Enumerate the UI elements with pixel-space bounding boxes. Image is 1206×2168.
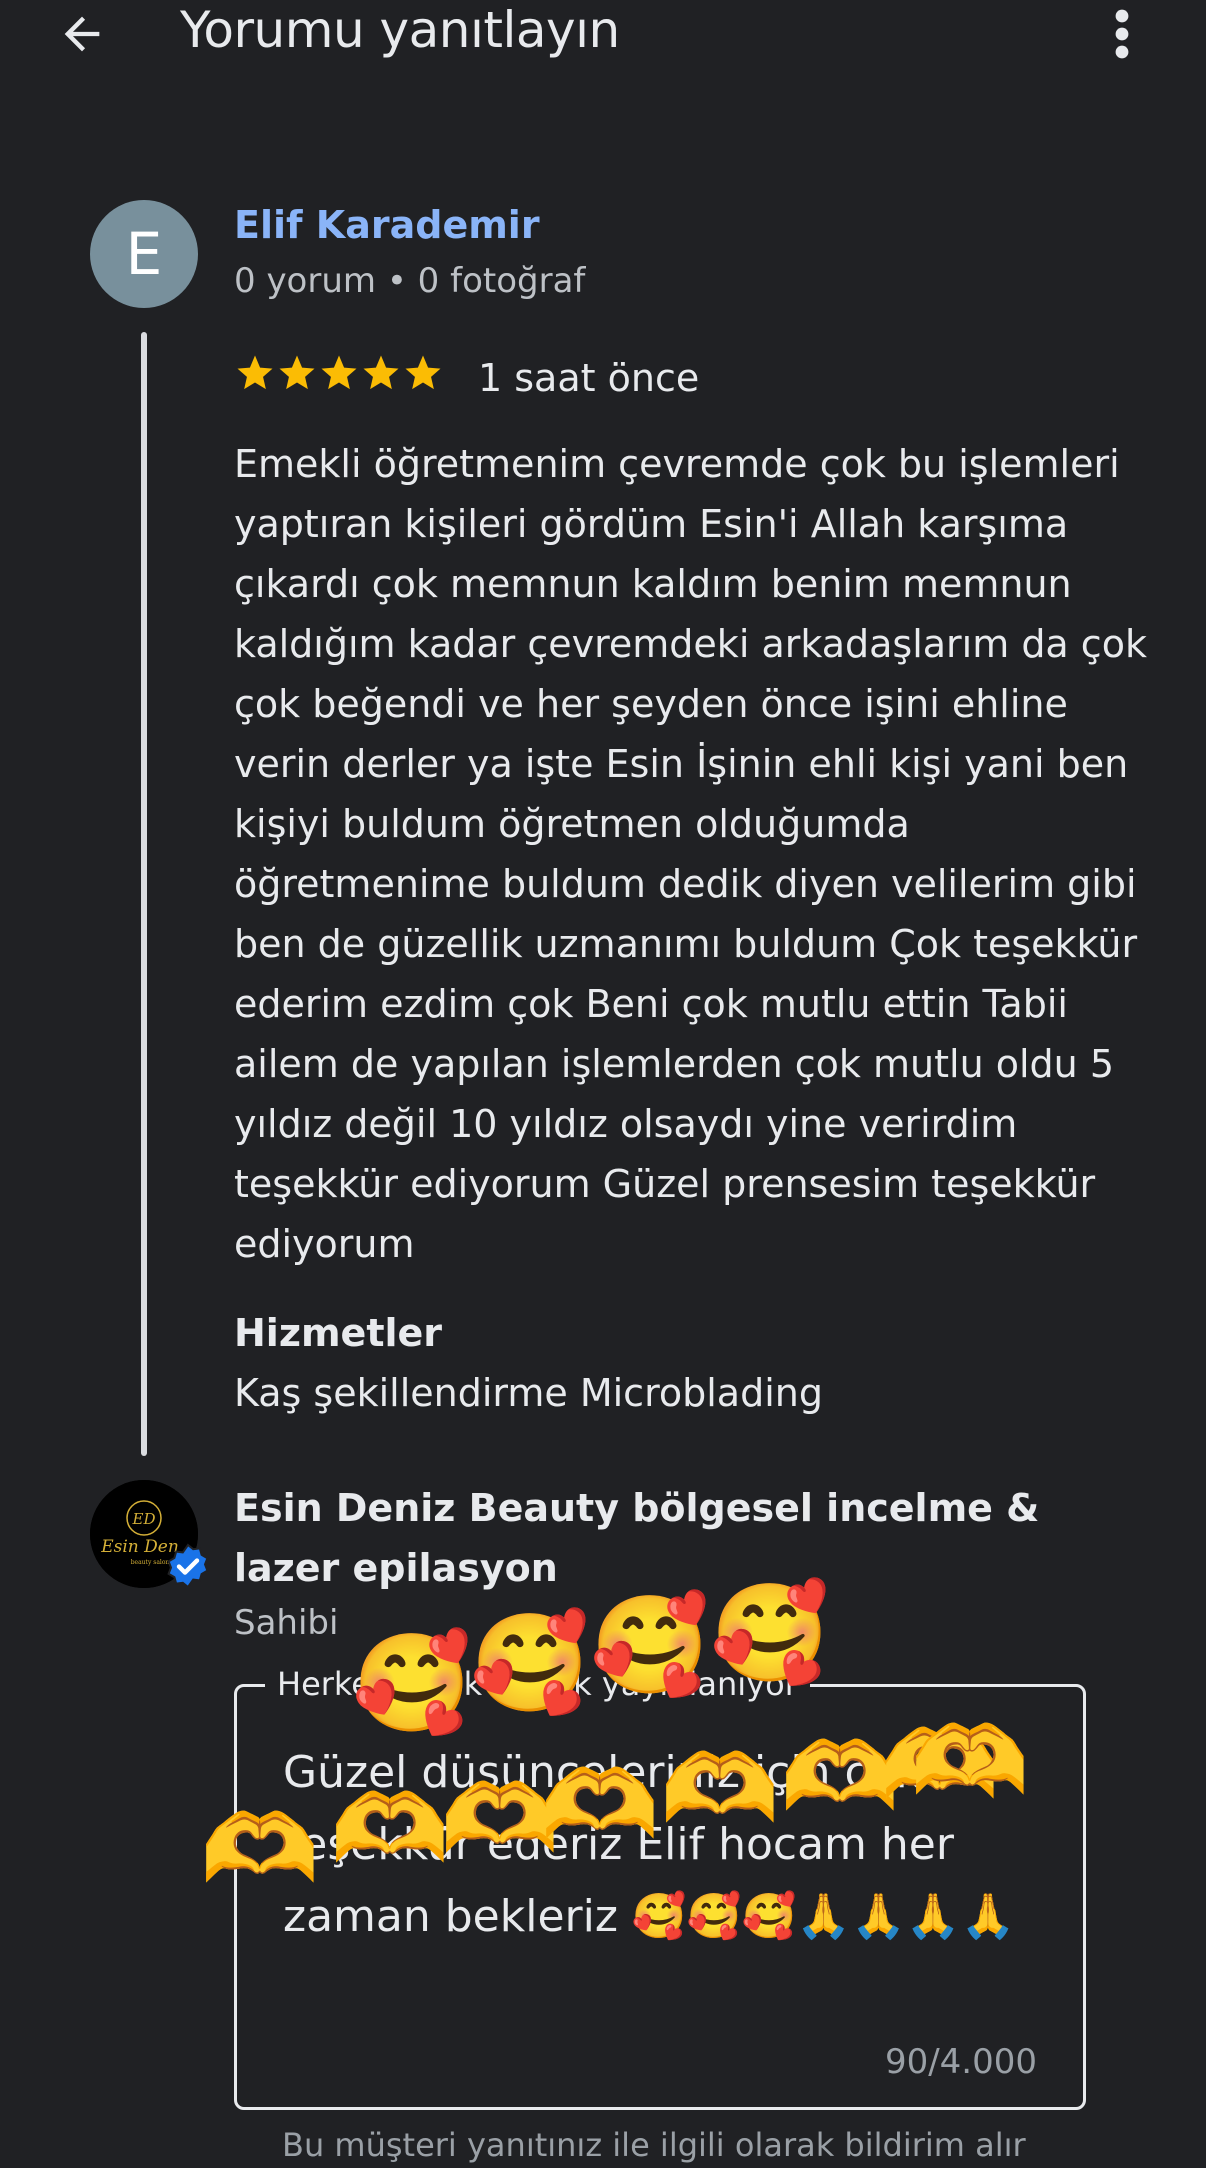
heart-hands-sticker: 🫶: [330, 1773, 450, 1885]
star-icon: [237, 355, 273, 390]
svg-text:ED: ED: [132, 1510, 156, 1528]
owner-role: Sahibi: [234, 1603, 339, 1643]
star-icon: [363, 355, 399, 390]
services-heading: Hizmetler: [234, 1311, 443, 1355]
back-arrow-icon[interactable]: [56, 8, 108, 60]
reviewer-avatar[interactable]: E: [90, 200, 198, 308]
star-icon: [405, 355, 441, 390]
heart-hands-sticker: 🫶: [660, 1733, 780, 1845]
notification-note: Bu müşteri yanıtınız ile ilgili olarak b…: [282, 2126, 1026, 2164]
owner-name: Esin Deniz Beauty bölgesel incelme & laz…: [234, 1486, 1040, 1590]
services-value: Kaş şekillendirme Microblading: [234, 1371, 823, 1415]
heart-hands-sticker: 🫶: [540, 1749, 660, 1861]
more-options-icon[interactable]: [1100, 4, 1144, 64]
page-title: Yorumu yanıtlayın: [180, 1, 620, 59]
review-time: 1 saat önce: [478, 356, 700, 400]
star-icon: [279, 355, 315, 390]
review-text: Emekli öğretmenim çevremde çok bu işleml…: [234, 442, 1147, 1266]
thread-line: [141, 332, 147, 1456]
smiling-face-hearts-sticker: 🥰: [352, 1627, 472, 1739]
star-rating: [234, 352, 444, 404]
top-app-bar: Yorumu yanıtlayın: [0, 0, 1206, 70]
smiling-face-hearts-sticker: 🥰: [710, 1577, 830, 1689]
reviewer-name[interactable]: Elif Karademir: [234, 200, 540, 250]
character-counter: 90/4.000: [884, 2042, 1037, 2082]
smiling-face-hearts-sticker: 🥰: [470, 1607, 590, 1719]
smiling-face-hearts-sticker: 🥰: [590, 1589, 710, 1701]
reviewer-stats: 0 yorum • 0 fotoğraf: [234, 261, 586, 301]
heart-hands-sticker: 🫶: [200, 1793, 320, 1905]
verified-badge-icon: [167, 1543, 209, 1589]
star-icon: [321, 355, 357, 390]
heart-hands-sticker: 🫶: [910, 1705, 1030, 1817]
